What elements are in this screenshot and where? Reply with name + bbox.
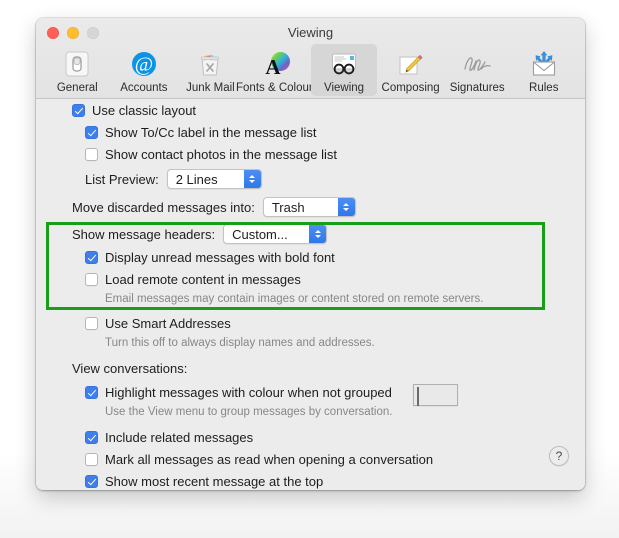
- setting-label: Show To/Cc label in the message list: [105, 125, 317, 140]
- setting-label: Mark all messages as read when opening a…: [105, 452, 434, 467]
- preferences-window: Viewing General @ Accounts Junk Mail A F…: [36, 18, 585, 490]
- use-smart-addresses-help-text: Turn this off to always display names an…: [105, 337, 375, 349]
- toolbar-item-rules[interactable]: Rules: [510, 44, 577, 96]
- display-unread-bold-checkbox[interactable]: [85, 251, 98, 264]
- setting-move-discarded: Move discarded messages into: Trash: [72, 197, 356, 217]
- setting-show-most-recent[interactable]: Show most recent message at the top: [85, 474, 323, 489]
- trash-x-icon: [194, 48, 226, 80]
- setting-label: Show contact photos in the message list: [105, 147, 337, 162]
- show-tocc-label-checkbox[interactable]: [85, 126, 98, 139]
- highlight-messages-checkbox[interactable]: [85, 386, 98, 399]
- glasses-message-icon: [328, 48, 360, 80]
- toolbar-item-label: Accounts: [120, 82, 168, 94]
- highlight-colour-well[interactable]: [413, 384, 458, 406]
- setting-label: Include related messages: [105, 430, 254, 445]
- toolbar-item-fonts-colours[interactable]: A Fonts & Colours: [236, 44, 318, 96]
- setting-show-tocc-label[interactable]: Show To/Cc label in the message list: [85, 125, 316, 140]
- toolbar-item-general[interactable]: General: [44, 44, 111, 96]
- list-preview-value: 2 Lines: [175, 171, 218, 187]
- show-message-headers-label: Show message headers:: [72, 226, 216, 242]
- setting-list-preview: List Preview: 2 Lines: [85, 169, 262, 189]
- toolbar-item-label: Viewing: [323, 82, 365, 94]
- setting-label: Use Smart Addresses: [105, 316, 231, 331]
- view-conversations-heading: View conversations:: [72, 361, 188, 376]
- move-discarded-popup-button[interactable]: Trash: [262, 197, 356, 217]
- load-remote-content-checkbox[interactable]: [85, 273, 98, 286]
- load-remote-content-help-text: Email messages may contain images or con…: [105, 293, 484, 305]
- page-backdrop: Viewing General @ Accounts Junk Mail A F…: [0, 0, 619, 538]
- move-discarded-label: Move discarded messages into:: [72, 199, 255, 215]
- help-button[interactable]: ?: [549, 446, 569, 466]
- toolbar-item-accounts[interactable]: @ Accounts: [111, 44, 178, 96]
- window-title: Viewing: [287, 25, 334, 40]
- toolbar-item-label: Composing: [381, 82, 440, 94]
- setting-use-classic-layout[interactable]: Use classic layout: [72, 103, 196, 118]
- general-switch-icon: [61, 48, 93, 80]
- move-discarded-value: Trash: [271, 199, 305, 215]
- toolbar-item-label: Rules: [529, 82, 559, 94]
- list-preview-popup-button[interactable]: 2 Lines: [166, 169, 262, 189]
- toolbar-item-signatures[interactable]: Signatures: [444, 44, 511, 96]
- toolbar-item-label: Signatures: [449, 82, 505, 94]
- use-smart-addresses-checkbox[interactable]: [85, 317, 98, 330]
- chevron-updown-icon[interactable]: [337, 198, 355, 216]
- include-related-checkbox[interactable]: [85, 431, 98, 444]
- setting-mark-all-read[interactable]: Mark all messages as read when opening a…: [85, 452, 433, 467]
- toolbar-item-junk-mail[interactable]: Junk Mail: [177, 44, 244, 96]
- show-message-headers-value: Custom...: [232, 226, 288, 242]
- setting-label: Load remote content in messages: [105, 272, 301, 287]
- viewing-preferences-pane: Use classic layout Show To/Cc label in t…: [36, 99, 585, 490]
- setting-show-contact-photos[interactable]: Show contact photos in the message list: [85, 147, 337, 162]
- colour-well-frame[interactable]: [413, 384, 458, 406]
- setting-label: Show most recent message at the top: [105, 474, 324, 489]
- chevron-updown-icon[interactable]: [309, 225, 327, 243]
- setting-show-message-headers: Show message headers: Custom...: [72, 224, 328, 244]
- question-mark-icon: ?: [555, 449, 563, 463]
- font-colorwheel-icon: A: [261, 48, 293, 80]
- envelope-arrows-icon: [528, 48, 560, 80]
- show-most-recent-checkbox[interactable]: [85, 475, 98, 488]
- at-sign-icon: @: [128, 48, 160, 80]
- setting-label: Use classic layout: [92, 103, 197, 118]
- list-preview-label: List Preview:: [85, 171, 159, 187]
- setting-label: Highlight messages with colour when not …: [105, 385, 392, 400]
- setting-display-unread-bold[interactable]: Display unread messages with bold font: [85, 250, 335, 265]
- setting-use-smart-addresses[interactable]: Use Smart Addresses: [85, 316, 231, 331]
- toolbar-item-viewing[interactable]: Viewing: [310, 44, 378, 96]
- svg-text:A: A: [266, 55, 282, 79]
- window-titlebar: Viewing General @ Accounts Junk Mail A F…: [36, 18, 585, 99]
- setting-load-remote-content[interactable]: Load remote content in messages: [85, 272, 301, 287]
- setting-highlight-messages[interactable]: Highlight messages with colour when not …: [85, 385, 392, 400]
- highlight-messages-help-text: Use the View menu to group messages by c…: [105, 406, 393, 418]
- toolbar-item-label: General: [56, 82, 98, 94]
- chevron-updown-icon[interactable]: [243, 170, 261, 188]
- pencil-note-icon: [395, 48, 427, 80]
- toolbar-item-label: Fonts & Colours: [236, 82, 319, 94]
- preferences-toolbar: General @ Accounts Junk Mail A Fonts & C…: [44, 44, 577, 96]
- toolbar-item-composing[interactable]: Composing: [377, 44, 444, 96]
- mark-all-read-checkbox[interactable]: [85, 453, 98, 466]
- toolbar-item-label: Junk Mail: [186, 82, 235, 94]
- show-message-headers-popup-button[interactable]: Custom...: [223, 224, 328, 244]
- setting-label: Display unread messages with bold font: [105, 250, 335, 265]
- show-contact-photos-checkbox[interactable]: [85, 148, 98, 161]
- signature-icon: [461, 48, 493, 80]
- colour-swatch: [417, 387, 419, 406]
- use-classic-layout-checkbox[interactable]: [72, 104, 85, 117]
- setting-include-related[interactable]: Include related messages: [85, 430, 253, 445]
- svg-text:@: @: [135, 54, 153, 76]
